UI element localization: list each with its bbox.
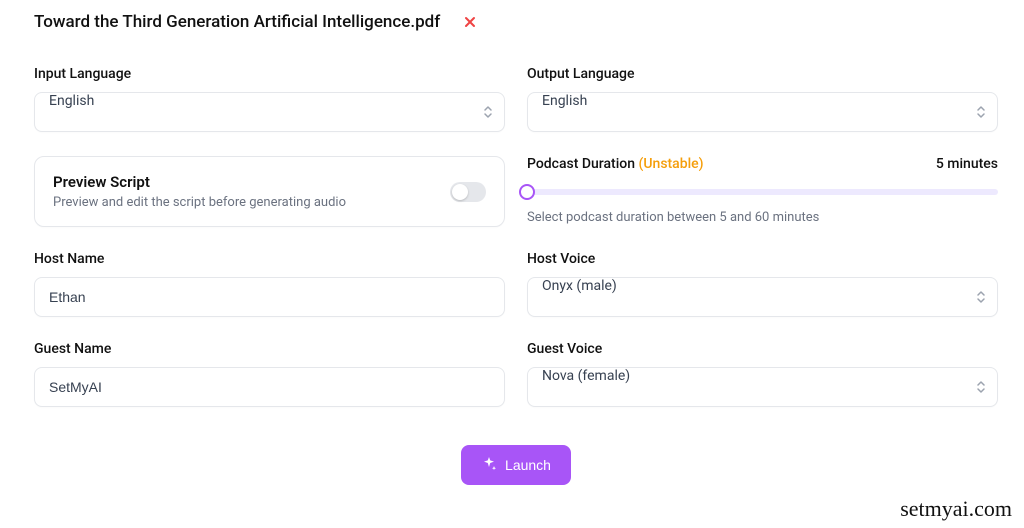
output-language-select[interactable]: English	[527, 92, 998, 132]
preview-script-card: Preview Script Preview and edit the scri…	[34, 156, 505, 227]
podcast-duration-value: 5 minutes	[936, 156, 998, 172]
duration-label-text: Podcast Duration	[527, 156, 635, 172]
guest-voice-value: Nova (female)	[542, 368, 630, 384]
guest-voice-label: Guest Voice	[527, 341, 998, 357]
slider-thumb[interactable]	[519, 184, 535, 200]
host-voice-label: Host Voice	[527, 251, 998, 267]
output-language-value: English	[542, 93, 587, 109]
launch-button-label: Launch	[505, 457, 551, 473]
host-voice-group: Host Voice Onyx (male)	[527, 251, 998, 317]
toggle-knob	[452, 184, 468, 200]
guest-voice-select[interactable]: Nova (female)	[527, 367, 998, 407]
preview-script-toggle[interactable]	[450, 182, 486, 202]
host-voice-value: Onyx (male)	[542, 278, 617, 294]
close-file-button[interactable]	[458, 10, 482, 34]
output-language-label: Output Language	[527, 66, 998, 82]
podcast-duration-label: Podcast Duration (Unstable)	[527, 156, 704, 172]
preview-script-title: Preview Script	[53, 173, 346, 191]
watermark: setmyai.com	[900, 496, 1012, 522]
sparkle-icon	[481, 456, 497, 475]
guest-name-group: Guest Name	[34, 341, 505, 407]
input-language-group: Input Language English	[34, 66, 505, 132]
podcast-duration-group: Podcast Duration (Unstable) 5 minutes Se…	[527, 156, 998, 227]
output-language-group: Output Language English	[527, 66, 998, 132]
slider-track	[527, 189, 998, 195]
host-voice-select[interactable]: Onyx (male)	[527, 277, 998, 317]
guest-name-input[interactable]	[34, 367, 505, 407]
guest-name-label: Guest Name	[34, 341, 505, 357]
podcast-duration-slider[interactable]	[527, 182, 998, 202]
input-language-select[interactable]: English	[34, 92, 505, 132]
input-language-label: Input Language	[34, 66, 505, 82]
file-name: Toward the Third Generation Artificial I…	[34, 12, 440, 32]
duration-unstable-tag: (Unstable)	[639, 156, 704, 172]
host-name-input[interactable]	[34, 277, 505, 317]
input-language-value: English	[49, 93, 94, 109]
host-name-label: Host Name	[34, 251, 505, 267]
guest-voice-group: Guest Voice Nova (female)	[527, 341, 998, 407]
close-icon	[464, 13, 476, 32]
host-name-group: Host Name	[34, 251, 505, 317]
launch-button[interactable]: Launch	[461, 445, 571, 485]
preview-script-description: Preview and edit the script before gener…	[53, 195, 346, 210]
podcast-duration-help: Select podcast duration between 5 and 60…	[527, 210, 998, 225]
